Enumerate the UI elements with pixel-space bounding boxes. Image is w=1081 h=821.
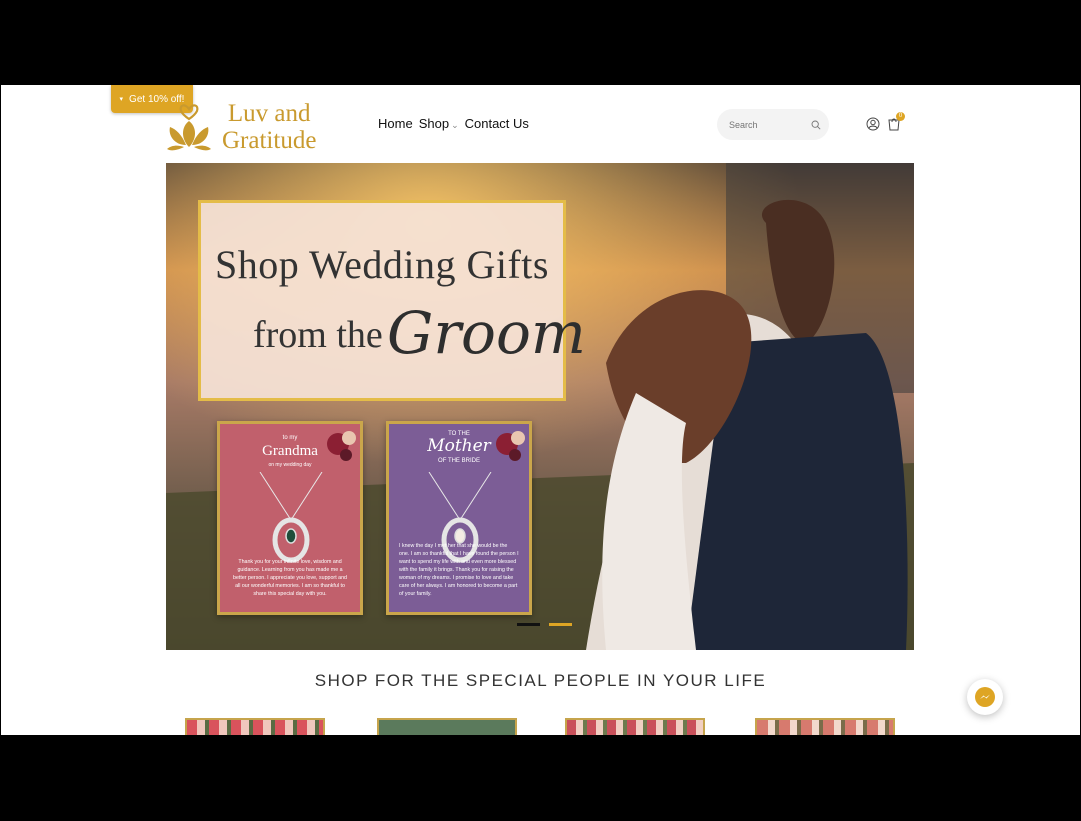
search-input[interactable] xyxy=(727,118,811,131)
section-title: SHOP FOR THE SPECIAL PEOPLE IN YOUR LIFE xyxy=(314,671,767,690)
cart-count-badge: 0 xyxy=(896,112,905,121)
necklace-pendant-icon xyxy=(259,472,323,563)
product-thumbnail-3[interactable] xyxy=(565,718,705,735)
card-message: I knew the day I met her that she would … xyxy=(399,543,519,597)
slider-pagination xyxy=(517,623,572,626)
messenger-chat-button[interactable] xyxy=(967,679,1003,715)
card-title: Grandma xyxy=(262,443,318,459)
card-small-heading: to my xyxy=(282,435,298,441)
hero-headline-line-1: Shop Wedding Gifts xyxy=(215,242,549,287)
hero-banner[interactable]: Shop Wedding Gifts from the Groom to my … xyxy=(166,163,914,650)
slider-dot-1[interactable] xyxy=(517,623,540,626)
nav-item-home[interactable]: Home xyxy=(378,116,413,131)
brand-line-1: Luv and xyxy=(227,100,311,127)
main-nav: Home Shop ⌄ Contact Us xyxy=(378,116,529,131)
caret-down-icon: ▾ xyxy=(119,96,124,103)
site-logo[interactable]: Luv and Gratitude xyxy=(166,97,326,157)
slider-dot-2[interactable] xyxy=(549,623,572,626)
nav-item-shop-label: Shop xyxy=(418,116,450,131)
account-icon[interactable] xyxy=(866,117,880,131)
card-message: Thank you for your infinite love, wisdom… xyxy=(233,559,347,597)
hero-headline-panel: Shop Wedding Gifts from the Groom xyxy=(198,200,586,401)
search-icon[interactable] xyxy=(811,119,821,131)
mother-of-bride-necklace-card: TO THE Mother OF THE BRIDE I knew the da… xyxy=(386,421,532,615)
card-subtitle: OF THE BRIDE xyxy=(438,458,480,464)
grandma-necklace-card: to my Grandma on my wedding day Thank yo… xyxy=(217,421,363,615)
chevron-down-icon: ⌄ xyxy=(451,120,459,130)
nav-item-contact-us[interactable]: Contact Us xyxy=(465,116,529,131)
page-viewport: ▾ Get 10% off! Luv and Gratitude Home Sh… xyxy=(1,85,1080,735)
product-thumbnail-1[interactable] xyxy=(185,718,325,735)
hero-headline-line-2: from the xyxy=(253,314,383,356)
nav-item-shop[interactable]: Shop ⌄ xyxy=(419,116,459,131)
brand-line-2: Gratitude xyxy=(222,127,317,154)
hero-headline-line-3: Groom xyxy=(387,299,586,367)
messenger-icon xyxy=(975,687,995,707)
card-title: Mother xyxy=(427,436,491,456)
search-box xyxy=(717,109,829,140)
card-subtitle: on my wedding day xyxy=(268,462,312,468)
brand-name: Luv and Gratitude xyxy=(222,100,316,154)
lotus-heart-icon xyxy=(167,104,211,151)
product-thumbnail-2[interactable] xyxy=(377,718,517,735)
product-thumbnail-4[interactable] xyxy=(755,718,895,735)
